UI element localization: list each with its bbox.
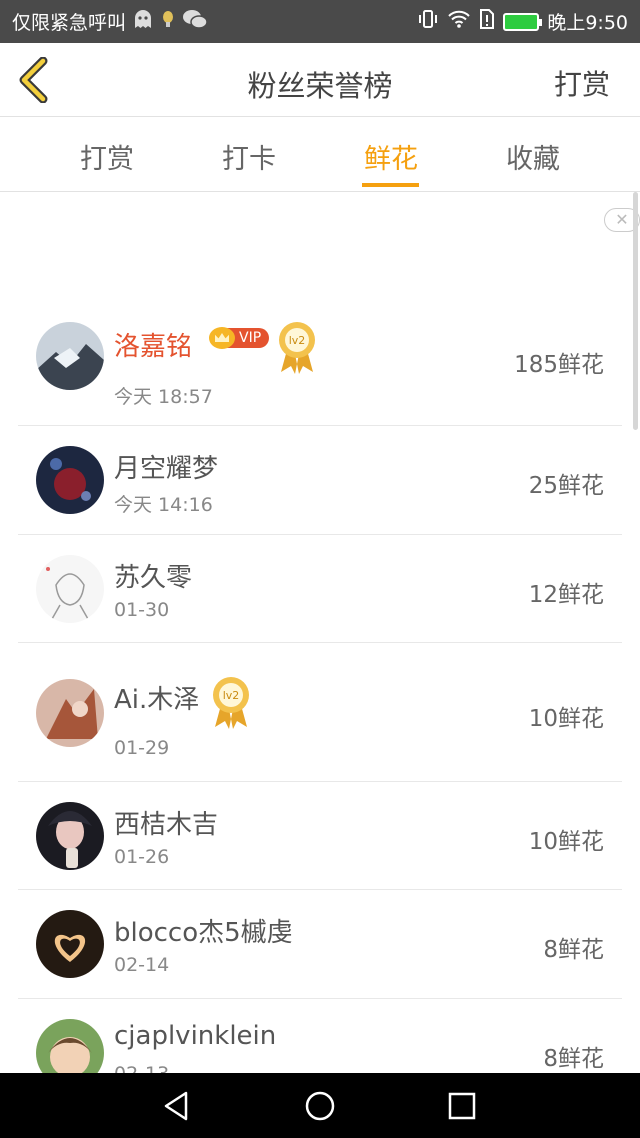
fan-name: 洛嘉铭 — [114, 332, 193, 362]
avatar — [36, 322, 104, 390]
level-medal-label: lv2 — [289, 334, 306, 347]
flower-count: 10鲜花 — [528, 829, 604, 855]
fan-name: 苏久零 — [114, 563, 193, 593]
fan-date: 01-29 — [114, 737, 170, 759]
clock: 晚上9:50 — [547, 12, 628, 34]
fan-name: cjaplvinklein — [114, 1021, 277, 1051]
list-item[interactable]: 苏久零 01-30 12鲜花 — [18, 535, 622, 643]
list-item[interactable]: Ai.木泽 lv2 01-29 10鲜花 — [18, 643, 622, 782]
wechat-icon — [182, 8, 208, 35]
fan-name: 月空耀梦 — [114, 454, 219, 484]
flower-count: 8鲜花 — [543, 1046, 604, 1072]
navigation-bar — [0, 1073, 640, 1138]
list-item[interactable]: blocco杰5槭虔 02-14 8鲜花 — [18, 890, 622, 999]
carrier-text: 仅限紧急呼叫 — [12, 12, 127, 34]
active-tab-indicator — [362, 183, 419, 187]
fan-date: 01-30 — [114, 599, 170, 621]
battery-icon — [503, 12, 543, 31]
crown-icon — [209, 327, 235, 349]
level-medal-icon: lv2 — [277, 320, 317, 374]
tip-button[interactable]: 打赏 — [554, 63, 610, 103]
back-triangle-icon — [164, 1091, 188, 1121]
vip-badge: VIP — [209, 327, 270, 349]
scrollbar[interactable] — [633, 192, 638, 430]
fan-date: 今天 14:16 — [114, 494, 213, 516]
list-item[interactable]: 月空耀梦 今天 14:16 25鲜花 — [18, 426, 622, 535]
fan-date: 02-14 — [114, 954, 170, 976]
tab-tip[interactable]: 打赏 — [52, 137, 162, 176]
tab-checkin[interactable]: 打卡 — [194, 137, 304, 176]
avatar — [36, 555, 104, 623]
tab-flowers[interactable]: 鲜花 — [336, 137, 446, 176]
avatar — [36, 802, 104, 870]
avatar — [36, 910, 104, 978]
fan-date: 今天 18:57 — [114, 386, 213, 408]
page-title: 粉丝荣誉榜 — [247, 69, 393, 103]
status-right: 晚上9:50 — [417, 8, 628, 35]
wifi-icon — [447, 9, 471, 34]
level-medal-label: lv2 — [223, 689, 240, 702]
ghost-icon — [132, 8, 154, 35]
fan-date: 01-26 — [114, 846, 170, 868]
nav-home-button[interactable] — [303, 1089, 337, 1123]
nav-recents-button[interactable] — [445, 1089, 479, 1123]
list-item[interactable]: 西桔木吉 01-26 10鲜花 — [18, 782, 622, 890]
vibrate-icon — [417, 8, 439, 35]
flower-count: 8鲜花 — [543, 937, 604, 963]
flower-count: 10鲜花 — [528, 706, 604, 732]
recents-square-icon — [448, 1092, 476, 1120]
home-circle-icon — [305, 1091, 335, 1121]
fan-name: blocco杰5槭虔 — [114, 918, 293, 948]
flower-count: 25鲜花 — [528, 473, 604, 499]
status-left: 仅限紧急呼叫 — [12, 8, 417, 35]
avatar — [36, 679, 104, 747]
header: 粉丝荣誉榜 打赏 — [0, 43, 640, 117]
status-bar: 仅限紧急呼叫 晚上9:50 — [0, 0, 640, 43]
close-icon: ✕ — [615, 210, 629, 229]
avatar — [36, 446, 104, 514]
tab-bar: 打赏 打卡 鲜花 收藏 — [0, 117, 640, 192]
sim-alert-icon — [479, 8, 495, 35]
notification-icon — [160, 9, 176, 34]
flower-count: 185鲜花 — [514, 352, 604, 378]
tab-favorites[interactable]: 收藏 — [478, 137, 588, 176]
fan-name: 西桔木吉 — [114, 810, 219, 840]
nav-back-button[interactable] — [160, 1089, 194, 1123]
flower-count: 12鲜花 — [528, 582, 604, 608]
list-item[interactable]: 洛嘉铭 VIP lv2 今天 18:57 185鲜花 — [18, 300, 622, 426]
fan-name: Ai.木泽 — [114, 685, 200, 715]
level-medal-icon: lv2 — [211, 675, 251, 729]
